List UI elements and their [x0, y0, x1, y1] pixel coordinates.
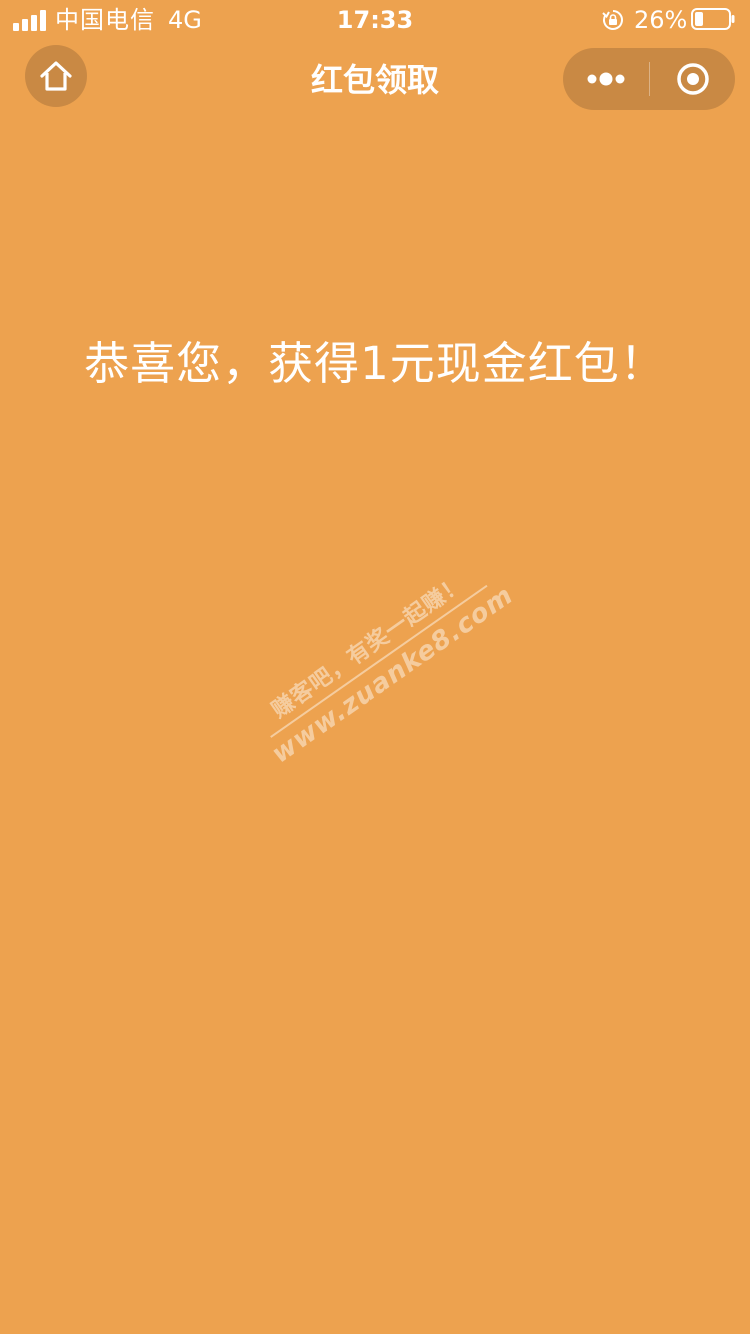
nav-bar: 红包领取 [0, 40, 750, 128]
capsule-menu [563, 48, 735, 110]
status-bar: 中国电信 4G 17:33 26% [0, 0, 750, 40]
close-miniprogram-button[interactable] [650, 48, 735, 110]
battery-percent: 26% [634, 6, 688, 34]
rotation-lock-icon [602, 10, 623, 30]
watermark: 赚客吧，有奖一起赚！ www.zuanke8.com [246, 556, 519, 771]
more-button[interactable] [563, 48, 649, 110]
more-dots-icon [587, 72, 625, 86]
screen: 中国电信 4G 17:33 26% 红包领取 恭喜您，获得1元现金红包！ 赚客吧… [0, 0, 750, 1334]
watermark-rule [270, 584, 488, 738]
battery-icon [691, 8, 735, 30]
congrats-message: 恭喜您，获得1元现金红包！ [84, 337, 666, 390]
close-miniprogram-icon [676, 63, 709, 95]
